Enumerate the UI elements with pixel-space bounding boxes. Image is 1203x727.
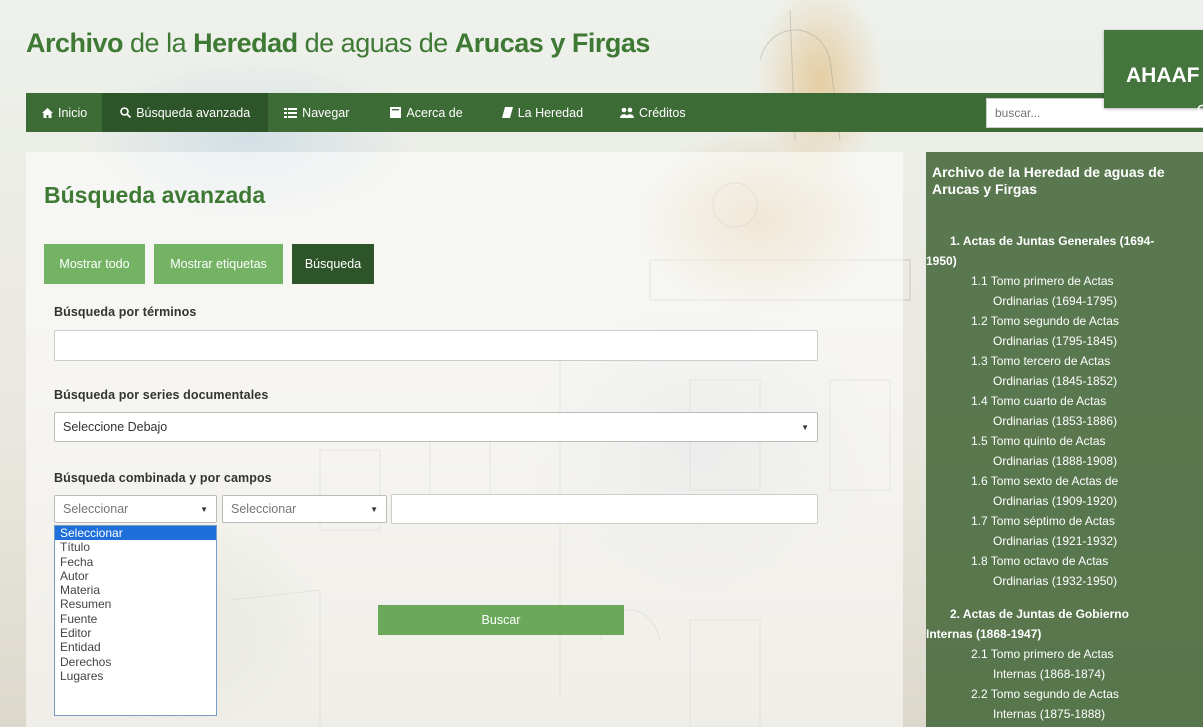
field-select-value: Seleccionar bbox=[63, 502, 129, 516]
sidebar-item-line1: 1.1 Tomo primero de Actas bbox=[971, 274, 1114, 288]
series-select-value: Seleccione Debajo bbox=[63, 420, 168, 434]
sidebar-item[interactable]: 1.4 Tomo cuarto de Actas Ordinarias (1853… bbox=[971, 391, 1191, 431]
sidebar-section-2[interactable]: 2. Actas de Juntas de Gobierno Internas … bbox=[926, 604, 1200, 644]
operator-select[interactable]: Seleccionar ▼ bbox=[222, 495, 387, 523]
sidebar-item-line2: Ordinarias (1694-1795) bbox=[993, 294, 1118, 308]
sidebar-item[interactable]: 1.3 Tomo tercero de Actas Ordinarias (184… bbox=[971, 351, 1191, 391]
sidebar-item-line2: Ordinarias (1845-1852) bbox=[993, 374, 1118, 388]
bookmark-icon bbox=[501, 107, 513, 118]
sidebar-item[interactable]: 1.7 Tomo séptimo de Actas Ordinarias (192… bbox=[971, 511, 1191, 551]
sidebar-item-line2: Ordinarias (1921-1932) bbox=[993, 534, 1118, 548]
nav-label-acerca-de: Acerca de bbox=[406, 105, 463, 120]
operator-select-value: Seleccionar bbox=[231, 502, 297, 516]
sidebar-item-line1: 1.8 Tomo octavo de Actas bbox=[971, 554, 1109, 568]
nav-label-busqueda-avanzada: Búsqueda avanzada bbox=[136, 105, 251, 120]
sidebar-section-2-line2: Internas (1868-1947) bbox=[926, 627, 1042, 641]
brand-badge[interactable]: AHAAF bbox=[1104, 30, 1203, 108]
sidebar-item[interactable]: 1.6 Tomo sexto de Actas de Ordinarias (19… bbox=[971, 471, 1191, 511]
main-navbar: Inicio Búsqueda avanzada Navegar Acerca … bbox=[26, 93, 1203, 132]
nav-item-acerca-de[interactable]: Acerca de bbox=[364, 93, 477, 132]
site-title-part-3: Heredad bbox=[193, 28, 298, 58]
site-title-part-2: de la bbox=[123, 28, 194, 58]
sidebar-section-2-line1: 2. Actas de Juntas de Gobierno bbox=[950, 607, 1129, 621]
dropdown-option[interactable]: Derechos bbox=[55, 655, 216, 669]
site-title-part-4: de aguas de bbox=[297, 28, 455, 58]
dropdown-option[interactable]: Materia bbox=[55, 583, 216, 597]
sidebar-item-line2: Ordinarias (1795-1845) bbox=[993, 334, 1118, 348]
sidebar-item-line1: 1.4 Tomo cuarto de Actas bbox=[971, 394, 1107, 408]
field-dropdown-list: Seleccionar Título Fecha Autor Materia R… bbox=[54, 525, 217, 716]
nav-label-creditos: Créditos bbox=[639, 105, 686, 120]
home-icon bbox=[42, 107, 53, 118]
dropdown-option[interactable]: Resumen bbox=[55, 597, 216, 611]
sidebar-section-1[interactable]: 1. Actas de Juntas Generales (1694- 1950… bbox=[926, 231, 1200, 271]
sidebar-item[interactable]: 1.8 Tomo octavo de Actas Ordinarias (1932… bbox=[971, 551, 1191, 591]
dropdown-option[interactable]: Lugares bbox=[55, 669, 216, 683]
list-icon bbox=[284, 107, 298, 118]
sidebar-item-line1: 2.2 Tomo segundo de Actas bbox=[971, 687, 1119, 701]
sidebar-item-line2: Ordinarias (1932-1950) bbox=[993, 574, 1118, 588]
nav-item-la-heredad[interactable]: La Heredad bbox=[478, 93, 598, 132]
caret-down-icon: ▼ bbox=[200, 504, 208, 514]
sidebar-item[interactable]: 1.5 Tomo quinto de Actas Ordinarias (1888… bbox=[971, 431, 1191, 471]
nav-item-busqueda-avanzada[interactable]: Búsqueda avanzada bbox=[102, 93, 269, 132]
sidebar-item-line2: Ordinarias (1909-1920) bbox=[993, 494, 1118, 508]
site-title[interactable]: Archivo de la Heredad de aguas de Arucas… bbox=[26, 28, 650, 59]
brand-label: AHAAF bbox=[1126, 64, 1200, 87]
sidebar-item-line1: 1.6 Tomo sexto de Actas de bbox=[971, 474, 1119, 488]
search-submit-icon[interactable] bbox=[1196, 104, 1203, 119]
nav-label-navegar: Navegar bbox=[302, 105, 350, 120]
sidebar-item-line1: 1.7 Tomo séptimo de Actas bbox=[971, 514, 1115, 528]
show-tags-button[interactable]: Mostrar etiquetas bbox=[154, 244, 283, 284]
dropdown-option[interactable]: Autor bbox=[55, 569, 216, 583]
terms-input[interactable] bbox=[54, 330, 818, 361]
dropdown-option[interactable]: Editor bbox=[55, 626, 216, 640]
nav-label-la-heredad: La Heredad bbox=[517, 105, 584, 120]
sidebar-item-line1: 1.5 Tomo quinto de Actas bbox=[971, 434, 1106, 448]
page-title: Búsqueda avanzada bbox=[44, 182, 266, 208]
sidebar-item-line1: 1.3 Tomo tercero de Actas bbox=[971, 354, 1111, 368]
dropdown-option[interactable]: Fuente bbox=[55, 612, 216, 626]
sidebar-item-line1: 1.2 Tomo segundo de Actas bbox=[971, 314, 1119, 328]
dropdown-option[interactable]: Entidad bbox=[55, 640, 216, 654]
caret-down-icon: ▼ bbox=[801, 422, 809, 432]
sidebar-section-1-line1: 1. Actas de Juntas Generales (1694- bbox=[950, 234, 1155, 248]
series-label: Búsqueda por series documentales bbox=[54, 388, 269, 402]
sidebar: Archivo de la Heredad de aguas de Arucas… bbox=[926, 152, 1203, 727]
dropdown-option[interactable]: Fecha bbox=[55, 555, 216, 569]
book-icon bbox=[390, 107, 402, 118]
dropdown-option[interactable]: Título bbox=[55, 540, 216, 554]
series-select[interactable]: Seleccione Debajo ▼ bbox=[54, 412, 818, 442]
caret-down-icon: ▼ bbox=[370, 504, 378, 514]
nav-label-inicio: Inicio bbox=[58, 105, 88, 120]
nav-item-navegar[interactable]: Navegar bbox=[268, 93, 364, 132]
sidebar-item-line2: Ordinarias (1853-1886) bbox=[993, 414, 1118, 428]
sidebar-item[interactable]: 2.2 Tomo segundo de Actas Internas (1875-… bbox=[971, 684, 1191, 724]
terms-label: Búsqueda por términos bbox=[54, 305, 197, 319]
site-title-part-1: Archivo bbox=[26, 28, 124, 58]
search-icon bbox=[120, 107, 132, 118]
search-tab-button[interactable]: Búsqueda bbox=[292, 244, 374, 284]
sidebar-item[interactable]: 1.1 Tomo primero de Actas Ordinarias (169… bbox=[971, 271, 1191, 311]
show-all-button[interactable]: Mostrar todo bbox=[44, 244, 145, 284]
sidebar-section-1-line2: 1950) bbox=[926, 254, 957, 268]
sidebar-item-line2: Internas (1875-1888) bbox=[993, 707, 1106, 721]
field-select[interactable]: Seleccionar ▼ bbox=[54, 495, 217, 523]
dropdown-option[interactable]: Seleccionar bbox=[55, 526, 216, 541]
sidebar-item-line2: Internas (1868-1874) bbox=[993, 667, 1106, 681]
sidebar-item[interactable]: 2.1 Tomo primero de Actas Internas (1868-… bbox=[971, 644, 1191, 684]
sidebar-item-line1: 2.1 Tomo primero de Actas bbox=[971, 647, 1114, 661]
users-icon bbox=[620, 107, 635, 118]
sidebar-item[interactable]: 1.2 Tomo segundo de Actas Ordinarias (179… bbox=[971, 311, 1191, 351]
nav-item-creditos[interactable]: Créditos bbox=[598, 93, 701, 132]
combined-label: Búsqueda combinada y por campos bbox=[54, 471, 272, 485]
combined-value-input[interactable] bbox=[391, 494, 818, 524]
sidebar-title[interactable]: Archivo de la Heredad de aguas de Arucas… bbox=[932, 164, 1194, 198]
buscar-button[interactable]: Buscar bbox=[378, 605, 624, 635]
site-title-part-5: Arucas y Firgas bbox=[454, 28, 651, 58]
sidebar-item-line2: Ordinarias (1888-1908) bbox=[993, 454, 1118, 468]
nav-item-inicio[interactable]: Inicio bbox=[26, 93, 102, 132]
